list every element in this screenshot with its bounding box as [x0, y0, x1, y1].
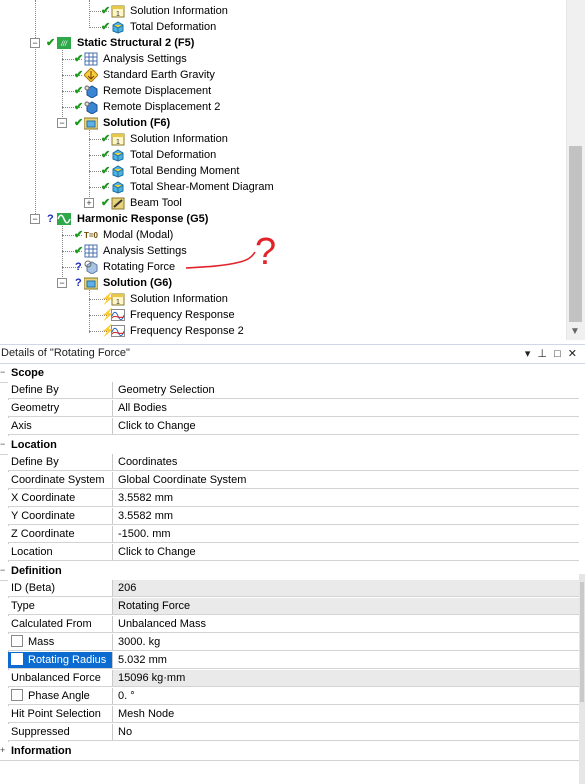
property-label: Calculated From — [8, 616, 113, 633]
property-label: X Coordinate — [8, 490, 113, 507]
property-label: Rotating Radius — [28, 654, 107, 666]
property-value[interactable]: 3.5582 mm — [113, 490, 579, 507]
section-label: Scope — [11, 367, 45, 379]
property-value[interactable]: 3000. kg — [113, 634, 579, 651]
property-label: Axis — [8, 418, 113, 435]
row-y-coordinate[interactable]: Y Coordinate 3.5582 mm — [0, 508, 579, 526]
property-value[interactable]: -1500. mm — [113, 526, 579, 543]
property-value[interactable]: Geometry Selection — [113, 382, 579, 399]
property-value[interactable]: 3.5582 mm — [113, 508, 579, 525]
scroll-down-arrow-icon[interactable]: ▼ — [570, 326, 580, 337]
property-label: Z Coordinate — [8, 526, 113, 543]
details-vertical-scrollbar[interactable] — [579, 574, 585, 784]
row-suppressed[interactable]: Suppressed No — [0, 724, 579, 742]
property-label: Suppressed — [8, 724, 113, 741]
property-value[interactable]: 5.032 mm — [113, 652, 579, 669]
property-value[interactable]: Unbalanced Mass — [113, 616, 579, 633]
property-value[interactable]: 0. ° — [113, 688, 579, 705]
collapse-icon[interactable]: − — [0, 566, 6, 575]
property-value: 15096 kg·mm — [113, 670, 579, 687]
property-label: Hit Point Selection — [8, 706, 113, 723]
property-label: Y Coordinate — [8, 508, 113, 525]
row-mass[interactable]: Mass 3000. kg — [0, 634, 579, 652]
property-value: 206 — [113, 580, 579, 597]
property-value[interactable]: Mesh Node — [113, 706, 579, 723]
property-value[interactable]: Coordinates — [113, 454, 579, 471]
outline-tree: 1 ✔ Solution Information ✔ Total Deforma… — [0, 0, 585, 340]
details-panel-header: Details of "Rotating Force" ▾ ⊥ □ ✕ — [0, 344, 585, 364]
collapse-icon[interactable]: − — [0, 368, 6, 377]
annotation-question-mark: ? — [255, 231, 276, 273]
collapse-icon[interactable]: − — [0, 440, 6, 449]
property-label: Location — [8, 544, 113, 561]
property-label: Phase Angle — [28, 690, 90, 702]
property-label: ID (Beta) — [8, 580, 113, 597]
parameter-checkbox[interactable] — [11, 689, 23, 702]
section-information[interactable]: + Information — [0, 742, 579, 761]
property-label-cell: Mass — [8, 634, 113, 651]
row-type[interactable]: Type Rotating Force — [0, 598, 579, 616]
section-scope[interactable]: − Scope — [0, 364, 579, 383]
scrollbar-thumb[interactable] — [569, 146, 582, 322]
property-label: Define By — [8, 454, 113, 471]
row-rotating-radius[interactable]: Rotating Radius 5.032 mm — [0, 652, 579, 670]
property-value[interactable]: Click to Change — [113, 418, 579, 435]
row-x-coordinate[interactable]: X Coordinate 3.5582 mm — [0, 490, 579, 508]
property-label: Mass — [28, 636, 55, 648]
row-calculated-from[interactable]: Calculated From Unbalanced Mass — [0, 616, 579, 634]
property-value[interactable]: All Bodies — [113, 400, 579, 417]
row-scope-define-by[interactable]: Define By Geometry Selection — [0, 382, 579, 400]
row-geometry[interactable]: Geometry All Bodies — [0, 400, 579, 418]
property-value[interactable]: Global Coordinate System — [113, 472, 579, 489]
details-title: Details of "Rotating Force" — [1, 347, 130, 359]
property-label: Coordinate System — [8, 472, 113, 489]
property-label: Unbalanced Force — [8, 670, 113, 687]
row-z-coordinate[interactable]: Z Coordinate -1500. mm — [0, 526, 579, 544]
property-label-cell-selected: Rotating Radius — [8, 652, 113, 669]
row-hit-point-selection[interactable]: Hit Point Selection Mesh Node — [0, 706, 579, 724]
property-label: Geometry — [8, 400, 113, 417]
row-axis[interactable]: Axis Click to Change — [0, 418, 579, 436]
row-location[interactable]: Location Click to Change — [0, 544, 579, 562]
section-definition[interactable]: − Definition — [0, 562, 579, 581]
section-label: Location — [11, 439, 57, 451]
row-unbalanced-force[interactable]: Unbalanced Force 15096 kg·mm — [0, 670, 579, 688]
panel-controls[interactable]: ▾ ⊥ □ ✕ — [525, 347, 579, 360]
parameter-checkbox[interactable] — [11, 653, 23, 666]
section-location[interactable]: − Location — [0, 436, 579, 455]
row-location-define-by[interactable]: Define By Coordinates — [0, 454, 579, 472]
property-value[interactable]: No — [113, 724, 579, 741]
parameter-checkbox[interactable] — [11, 635, 23, 648]
row-phase-angle[interactable]: Phase Angle 0. ° — [0, 688, 579, 706]
row-id[interactable]: ID (Beta) 206 — [0, 580, 579, 598]
scrollbar-thumb[interactable] — [580, 582, 584, 702]
property-label: Define By — [8, 382, 113, 399]
section-label: Definition — [11, 565, 62, 577]
property-value[interactable]: Rotating Force — [113, 598, 579, 615]
property-label-cell: Phase Angle — [8, 688, 113, 705]
property-value[interactable]: Click to Change — [113, 544, 579, 561]
expand-icon[interactable]: + — [0, 746, 6, 755]
row-coordinate-system[interactable]: Coordinate System Global Coordinate Syst… — [0, 472, 579, 490]
tree-vertical-scrollbar[interactable]: ▼ — [566, 0, 585, 340]
property-label: Type — [8, 598, 113, 615]
section-label: Information — [11, 745, 72, 757]
handwritten-annotation: ? — [185, 231, 276, 273]
